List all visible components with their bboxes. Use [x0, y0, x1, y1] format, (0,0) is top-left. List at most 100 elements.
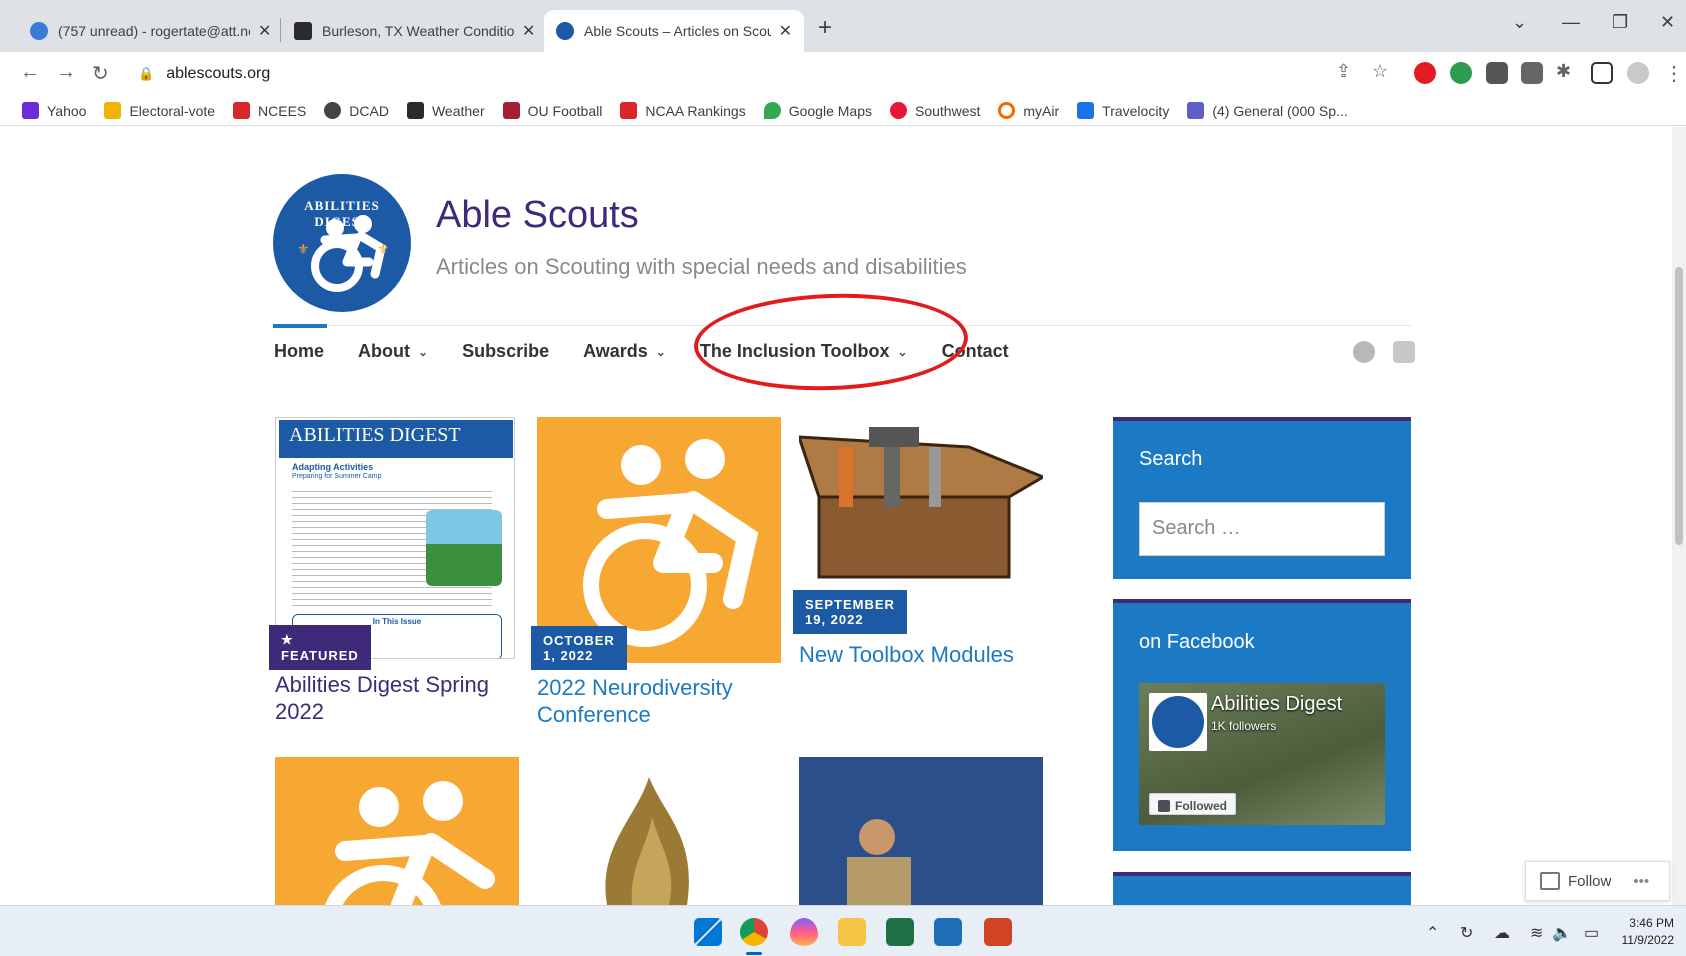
address-bar[interactable]: 🔒 ablescouts.org: [126, 57, 1326, 91]
bookmark-ncees[interactable]: NCEES: [233, 102, 306, 119]
nav-home[interactable]: Home: [274, 341, 324, 362]
new-tab-button[interactable]: +: [818, 14, 832, 42]
page-scrollbar[interactable]: [1672, 127, 1686, 905]
more-options-icon[interactable]: •••: [1633, 873, 1649, 890]
close-icon[interactable]: ✕: [779, 21, 792, 41]
camp-illustration: [426, 510, 502, 586]
bookmark-myair[interactable]: myAir: [998, 102, 1059, 119]
newsletter-cover-thumbnail[interactable]: ABILITIES DIGEST Adapting Activities Pre…: [275, 417, 515, 659]
follow-button[interactable]: Follow •••: [1525, 861, 1670, 901]
bookmark-weather[interactable]: Weather: [406, 102, 485, 119]
file-explorer-icon[interactable]: [838, 918, 866, 946]
post-thumbnail[interactable]: [537, 757, 781, 905]
scrollbar-thumb[interactable]: [1675, 267, 1683, 545]
side-panel-icon[interactable]: [1591, 62, 1613, 84]
search-input[interactable]: Search …: [1139, 502, 1385, 556]
site-title[interactable]: Able Scouts: [436, 194, 639, 237]
tab-title: (757 unread) - rogertate@att.net: [58, 23, 250, 39]
followed-label: Followed: [1175, 799, 1227, 813]
post-title[interactable]: 2022 Neurodiversity Conference: [537, 674, 777, 728]
minimize-button[interactable]: —: [1562, 12, 1580, 33]
post-thumbnail[interactable]: [799, 757, 1043, 905]
bookmark-dcad[interactable]: DCAD: [324, 102, 389, 119]
bookmark-southwest[interactable]: Southwest: [890, 102, 980, 119]
bookmark-star-icon[interactable]: ☆: [1372, 61, 1388, 82]
battery-icon[interactable]: ▭: [1584, 923, 1599, 943]
bookmark-label: NCAA Rankings: [645, 102, 746, 119]
bookmark-yahoo[interactable]: Yahoo: [22, 102, 86, 119]
sync-icon[interactable]: ↻: [1460, 923, 1473, 943]
chevron-up-icon[interactable]: ⌃: [1426, 923, 1439, 943]
google-maps-icon: [763, 102, 781, 119]
ncaa-icon: [620, 102, 638, 119]
facebook-followed-button[interactable]: Followed: [1149, 793, 1236, 815]
nav-subscribe[interactable]: Subscribe: [462, 341, 549, 362]
bookmark-label: Southwest: [915, 102, 981, 119]
newsletter-masthead: ABILITIES DIGEST: [279, 420, 513, 458]
tab-weather[interactable]: Burleson, TX Weather Conditions ✕: [282, 10, 547, 52]
facebook-page-name[interactable]: Abilities Digest: [1211, 693, 1342, 716]
windows-start-icon[interactable]: [694, 918, 722, 946]
bookmark-label: (4) General (000 Sp...: [1212, 102, 1348, 119]
share-icon[interactable]: ⇪: [1336, 61, 1351, 82]
bookmark-electoral-vote[interactable]: Electoral-vote: [104, 102, 215, 119]
facebook-page-plugin[interactable]: Abilities Digest 1K followers Followed: [1139, 683, 1385, 825]
facebook-icon: [1158, 800, 1170, 812]
toolbox-thumbnail[interactable]: [799, 417, 1043, 617]
powerpoint-icon[interactable]: [984, 918, 1012, 946]
clock-date: 11/9/2022: [1621, 933, 1675, 947]
toolbox-illustration: [799, 427, 1043, 579]
facebook-icon[interactable]: [1353, 341, 1375, 363]
widget-title: Search: [1139, 448, 1203, 470]
bookmark-travelocity[interactable]: Travelocity: [1077, 102, 1169, 119]
onedrive-cloud-icon[interactable]: ☁: [1494, 923, 1510, 943]
extension-icon[interactable]: [1521, 62, 1543, 84]
bookmark-teams-general[interactable]: (4) General (000 Sp...: [1187, 102, 1348, 119]
twitter-icon[interactable]: [1393, 341, 1415, 363]
profile-avatar[interactable]: [1627, 62, 1649, 84]
close-icon[interactable]: ✕: [522, 21, 535, 41]
excel-icon[interactable]: [886, 918, 914, 946]
bookmark-label: NCEES: [258, 102, 307, 119]
url-text: ablescouts.org: [166, 65, 271, 82]
close-icon[interactable]: ✕: [258, 21, 271, 41]
close-window-button[interactable]: ✕: [1660, 12, 1675, 33]
back-arrow-icon[interactable]: ←: [20, 61, 40, 84]
chrome-icon[interactable]: [740, 918, 768, 946]
tab-email[interactable]: (757 unread) - rogertate@att.net ✕: [18, 10, 283, 52]
paint-drop-icon[interactable]: [790, 918, 818, 946]
maximize-button[interactable]: ❐: [1612, 12, 1628, 33]
photos-icon[interactable]: [934, 918, 962, 946]
reload-icon[interactable]: ↻: [92, 61, 109, 86]
post-title[interactable]: Abilities Digest Spring 2022: [275, 671, 515, 725]
wifi-icon[interactable]: ≋: [1530, 923, 1543, 943]
forward-arrow-icon[interactable]: →: [56, 61, 76, 84]
bookmark-google-maps[interactable]: Google Maps: [763, 102, 872, 119]
bookmark-ou-football[interactable]: OU Football: [502, 102, 602, 119]
nav-about[interactable]: About ⌄: [358, 341, 428, 362]
puzzle-extensions-icon[interactable]: ✱: [1556, 61, 1571, 82]
ncees-icon: [233, 102, 251, 119]
tab-able-scouts[interactable]: Able Scouts – Articles on Scoutin ✕: [544, 10, 804, 52]
tab-strip: (757 unread) - rogertate@att.net ✕ Burle…: [0, 0, 1686, 52]
post-title[interactable]: New Toolbox Modules: [799, 641, 1039, 668]
checkmark-extension-icon[interactable]: [1450, 62, 1472, 84]
bookmark-ncaa-rankings[interactable]: NCAA Rankings: [620, 102, 746, 119]
speaker-icon[interactable]: 🔈: [1552, 923, 1572, 943]
sidebar-widget: [1113, 872, 1411, 905]
site-logo[interactable]: ABILITIES DIGEST ⚜ ⚜: [273, 174, 411, 312]
wheelchair-runner-icon: [325, 781, 495, 905]
nav-awards[interactable]: Awards ⌄: [583, 341, 666, 362]
menu-kebab-icon[interactable]: ⋮: [1664, 61, 1684, 86]
extension-icon[interactable]: [1486, 62, 1508, 84]
post-thumbnail[interactable]: [275, 757, 519, 905]
system-clock[interactable]: 3:46 PM 11/9/2022: [1622, 915, 1675, 949]
site-description: Articles on Scouting with special needs …: [436, 254, 967, 279]
facebook-widget: on Facebook Abilities Digest 1K follower…: [1113, 599, 1411, 851]
travelocity-icon: [1077, 102, 1095, 119]
tab-separator: [280, 18, 281, 42]
yahoo-icon: [22, 102, 39, 119]
tab-search-icon[interactable]: ⌄: [1512, 12, 1527, 33]
red-highlight-annotation: [692, 289, 970, 395]
opera-extension-icon[interactable]: [1414, 62, 1436, 84]
